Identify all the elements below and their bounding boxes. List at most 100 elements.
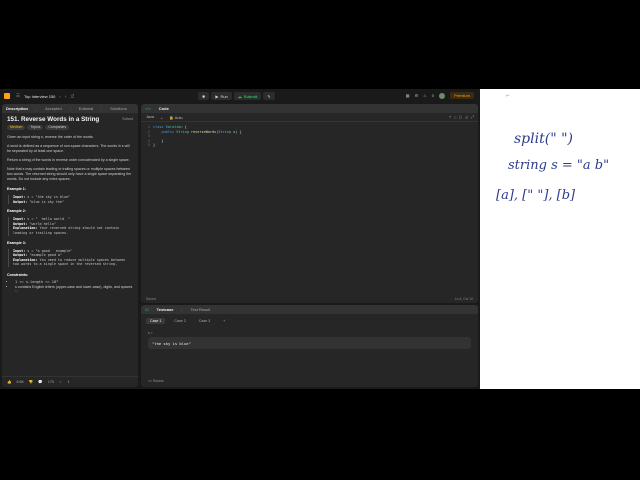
- star-icon[interactable]: ☆: [59, 380, 62, 384]
- description-panel: Description | Accepted | Editorial | Sol…: [2, 104, 138, 387]
- debug-button[interactable]: ✱: [198, 92, 210, 100]
- input-key: Input:: [13, 195, 26, 199]
- input-value: s = " hello world ": [27, 217, 71, 222]
- handwritten-line: [a], [" "], [b]: [496, 188, 576, 203]
- note-icon: ✎: [267, 93, 271, 99]
- description-body: 151. Reverse Words in a String Solved Me…: [2, 113, 138, 299]
- example-explanation: Explanation: Your reversed string should…: [13, 226, 133, 235]
- handwritten-line: string s = "a b": [508, 158, 609, 173]
- constraints: Constraints: 1 <= s.length <= 10⁴ s cont…: [7, 273, 133, 295]
- shuffle-icon[interactable]: ⤮: [70, 94, 74, 99]
- example-output: Output: "blue is sky the": [13, 200, 133, 205]
- code-toolbar-actions: ≡ ⌑ {} ↺ ⤢: [449, 115, 474, 120]
- case-1-tab[interactable]: Case 1: [146, 318, 166, 324]
- format-icon[interactable]: ≡: [449, 115, 451, 120]
- tab-separator: |: [69, 106, 71, 111]
- reset-icon[interactable]: ↺: [465, 115, 468, 120]
- example-block: Input: s = "the sky is blue" Output: "bl…: [8, 195, 133, 205]
- description-footer: 👍 8.6K 👎 💬 170 ☆ ⇪: [2, 376, 138, 387]
- problem-list-nav: ☰ Top Interview 150 ‹ › ⤮: [16, 93, 74, 99]
- code-toolbar: Java ⌄ 🔒 Auto ≡ ⌑ {} ↺ ⤢: [141, 113, 478, 122]
- whiteboard[interactable]: ⌐ split(" ") string s = "a b" [a], [" "]…: [480, 89, 640, 389]
- fire-icon[interactable]: ♨: [423, 93, 427, 98]
- premium-button[interactable]: Premium: [449, 92, 474, 99]
- code-icon: </>: [145, 106, 151, 111]
- chevron-down-icon: ⌄: [160, 115, 164, 120]
- next-icon[interactable]: ›: [65, 94, 67, 99]
- comment-count: 170: [47, 380, 54, 384]
- save-status: Saved: [146, 297, 156, 301]
- problem-title-row: 151. Reverse Words in a String Solved: [7, 116, 133, 122]
- input-key: Input:: [13, 248, 26, 253]
- submit-button[interactable]: ☁ Submit: [233, 92, 262, 100]
- language-select[interactable]: Java: [146, 115, 154, 119]
- tab-separator: |: [101, 106, 103, 111]
- tab-testcase[interactable]: Testcase: [157, 307, 174, 312]
- example-explanation: Explanation: You need to reduce multiple…: [13, 258, 133, 267]
- cursor-position: Ln 4, Col 10: [454, 297, 473, 301]
- settings-icon[interactable]: ⚙: [415, 93, 419, 98]
- output-key: Output:: [13, 199, 28, 204]
- play-icon: ▶: [215, 93, 219, 99]
- line-number: 5: [147, 143, 150, 148]
- layout-icon[interactable]: ▦: [406, 93, 410, 98]
- notes-button[interactable]: ✎: [263, 92, 275, 100]
- source-link[interactable]: <> Source: [148, 379, 164, 383]
- companies-badge[interactable]: Companies: [45, 125, 70, 130]
- top-bar: ☰ Top Interview 150 ‹ › ⤮ ✱ ▶ Run ☁ Subm…: [0, 89, 480, 103]
- bug-icon: ✱: [202, 93, 206, 99]
- code-line: }: [153, 143, 156, 148]
- explanation-key: Explanation:: [13, 257, 38, 262]
- topics-badge[interactable]: Topics: [27, 125, 44, 130]
- output-value: "world hello": [29, 221, 56, 226]
- bookmark-icon[interactable]: ⌑: [454, 115, 456, 120]
- code-editor[interactable]: 1 2 3 4 5 class Solution { public String…: [141, 122, 478, 147]
- code-panel-header: </> Code: [141, 104, 478, 113]
- code-footer: Saved Ln 4, Col 10: [141, 295, 478, 303]
- fullscreen-icon[interactable]: ⤢: [471, 115, 474, 120]
- example-block: Input: s = "a good example" Output: "exa…: [8, 248, 133, 267]
- tab-separator: |: [181, 307, 183, 312]
- autocomplete-toggle[interactable]: 🔒 Auto: [169, 115, 182, 120]
- prev-icon[interactable]: ‹: [59, 94, 61, 99]
- like-icon[interactable]: 👍: [7, 380, 11, 384]
- avatar[interactable]: [438, 92, 445, 99]
- dislike-icon[interactable]: 👎: [29, 380, 33, 384]
- case-tabs: Case 1 Case 2 Case 3 +: [141, 314, 478, 324]
- leetcode-logo[interactable]: [4, 93, 10, 99]
- testcase-panel: ☑ Testcase | Test Result Case 1 Case 2 C…: [141, 305, 478, 387]
- case-2-tab[interactable]: Case 2: [170, 318, 189, 324]
- leetcode-window: ☰ Top Interview 150 ‹ › ⤮ ✱ ▶ Run ☁ Subm…: [0, 89, 480, 389]
- check-icon: ☑: [145, 307, 149, 312]
- braces-icon[interactable]: {}: [459, 115, 462, 120]
- description-paragraph: Return a string of the words in reverse …: [7, 158, 130, 162]
- code-title[interactable]: Code: [159, 106, 169, 111]
- comment-icon[interactable]: 💬: [38, 380, 42, 384]
- tab-description[interactable]: Description: [6, 106, 28, 111]
- run-button[interactable]: ▶ Run: [211, 92, 232, 100]
- like-count: 8.6K: [16, 380, 24, 384]
- input-value: s = "a good example": [27, 248, 73, 253]
- tab-test-result[interactable]: Test Result: [190, 307, 210, 312]
- tab-editorial[interactable]: Editorial: [79, 106, 93, 111]
- test-input-label: s =: [148, 331, 153, 335]
- input-value: s = "the sky is blue": [27, 195, 71, 199]
- handwriting-canvas: split(" ") string s = "a b" [a], [" "], …: [496, 131, 609, 203]
- output-value: "blue is sky the": [29, 199, 65, 204]
- tab-solutions[interactable]: Solutions: [110, 106, 126, 111]
- autocomplete-label: Auto: [174, 115, 183, 120]
- output-key: Output:: [13, 221, 28, 226]
- screen: ☰ Top Interview 150 ‹ › ⤮ ✱ ▶ Run ☁ Subm…: [0, 89, 640, 389]
- case-3-tab[interactable]: Case 3: [195, 318, 214, 324]
- test-input-field[interactable]: "the sky is blue": [148, 337, 471, 349]
- example-block: Input: s = " hello world " Output: "worl…: [8, 217, 133, 236]
- example-title: Example 2:: [7, 209, 26, 214]
- list-icon[interactable]: ☰: [16, 93, 20, 99]
- add-case-icon[interactable]: +: [219, 318, 229, 324]
- share-icon[interactable]: ⇪: [67, 380, 70, 384]
- problem-title[interactable]: 151. Reverse Words in a String: [7, 116, 99, 122]
- problem-list-name[interactable]: Top Interview 150: [24, 94, 55, 99]
- description-paragraph: A word is defined as a sequence of non-s…: [7, 144, 130, 153]
- tab-accepted[interactable]: Accepted: [45, 106, 62, 111]
- description-paragraph: Given an input string s, reverse the ord…: [7, 135, 94, 139]
